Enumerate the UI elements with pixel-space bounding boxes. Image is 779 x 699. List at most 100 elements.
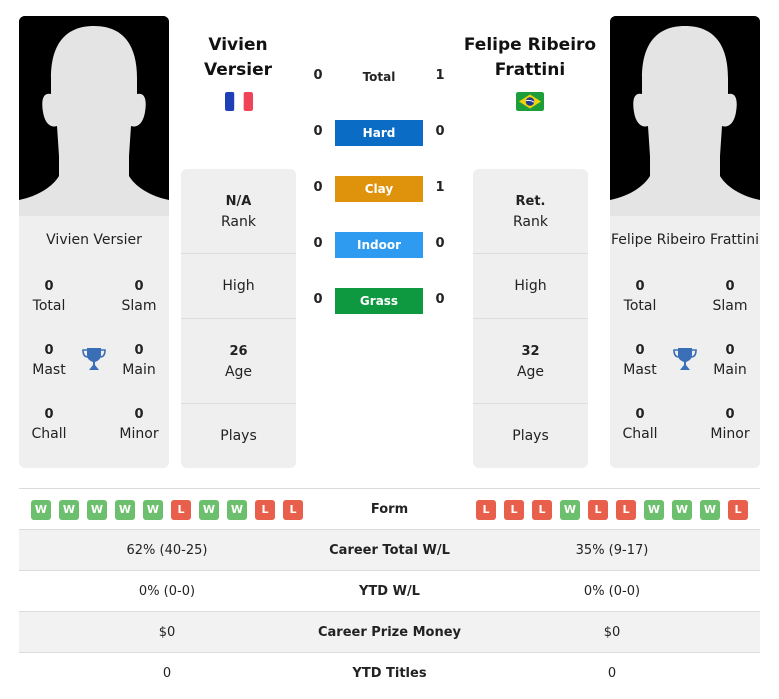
form-row: WWWWWLWWLL Form LLLWLLWWWL [19, 489, 760, 530]
stat-value: 0 [635, 407, 645, 422]
player1-stat-main: 0 Main [109, 342, 169, 380]
form-loss-badge[interactable]: L [728, 499, 748, 520]
stat-label: Minor [710, 426, 750, 442]
player1-stat-mast: 0 Mast [19, 342, 79, 380]
player2-stat-main: 0 Main [700, 342, 760, 380]
h2h-right-value: 1 [435, 180, 445, 195]
player1-name-line1: Vivien [208, 35, 268, 55]
stat-value: 0 [44, 343, 54, 358]
player1-plays-row: Plays [181, 404, 296, 468]
stat-label: Slam [712, 298, 748, 314]
player2-name-line2: Frattini [494, 60, 566, 80]
surface-badge-grass[interactable]: Grass [335, 288, 423, 314]
form-win-badge[interactable]: W [644, 499, 664, 520]
h2h-row-total: 0 Total 1 [300, 64, 460, 90]
player1-name[interactable]: Vivien Versier [168, 33, 308, 83]
stat-label: Total [623, 298, 657, 314]
stat-label: Main [713, 362, 747, 378]
ytd-titles-row: 0 YTD Titles 0 [19, 653, 760, 694]
form-win-badge[interactable]: W [227, 499, 247, 520]
form-loss-badge[interactable]: L [616, 499, 636, 520]
player1-stat-total: 0 Total [19, 278, 79, 316]
age-label: Age [224, 364, 253, 380]
form-loss-badge[interactable]: L [504, 499, 524, 520]
stat-value: 0 [725, 407, 735, 422]
surface-badge-clay[interactable]: Clay [335, 176, 423, 202]
player2-high-row: High [473, 254, 588, 319]
player2-name-line1: Felipe Ribeiro [463, 35, 597, 55]
player2-stat-slam: 0 Slam [700, 278, 760, 316]
player1-form: WWWWWLWWLL [19, 489, 315, 530]
player1-stat-minor: 0 Minor [109, 406, 169, 444]
player2-stat-total: 0 Total [610, 278, 670, 316]
stat-label: Main [122, 362, 156, 378]
player2-name[interactable]: Felipe Ribeiro Frattini [460, 33, 600, 83]
player1-prize: $0 [158, 625, 176, 640]
h2h-row-clay: 0 Clay 1 [300, 176, 460, 202]
form-loss-badge[interactable]: L [588, 499, 608, 520]
surface-badge-indoor[interactable]: Indoor [335, 232, 423, 258]
h2h-row-hard: 0 Hard 0 [300, 120, 460, 146]
form-win-badge[interactable]: W [31, 499, 51, 520]
player2-rank-row: Ret. Rank [473, 169, 588, 254]
player2-prize: $0 [603, 625, 621, 640]
brazil-flag-icon [516, 92, 544, 111]
player1-career-wl: 62% (40-25) [126, 543, 208, 558]
stat-value: 0 [635, 279, 645, 294]
h2h-right-value: 0 [435, 124, 445, 139]
player1-name-line2: Versier [204, 60, 272, 80]
form-win-badge[interactable]: W [115, 499, 135, 520]
stat-label: Chall [622, 426, 658, 442]
stat-value: 0 [134, 279, 144, 294]
comparison-table: WWWWWLWWLL Form LLLWLLWWWL 62% (40-25) C… [19, 488, 760, 694]
form-loss-badge[interactable]: L [283, 499, 303, 520]
age-value: 26 [229, 344, 248, 359]
player2-card: Felipe Ribeiro Frattini 0 Total 0 Slam 0… [610, 16, 760, 468]
form-loss-badge[interactable]: L [255, 499, 275, 520]
h2h-right-value: 0 [435, 292, 445, 307]
rank-value: Ret. [515, 194, 546, 209]
player2-photo[interactable] [610, 16, 760, 216]
stat-value: 0 [134, 343, 144, 358]
form-loss-badge[interactable]: L [171, 499, 191, 520]
player1-age-row: 26 Age [181, 319, 296, 404]
h2h-row-grass: 0 Grass 0 [300, 288, 460, 314]
form-win-badge[interactable]: W [560, 499, 580, 520]
stat-label: Chall [31, 426, 67, 442]
player1-ytd-wl: 0% (0-0) [138, 584, 196, 599]
player1-high-row: High [181, 254, 296, 319]
prize-label: Career Prize Money [317, 625, 461, 640]
form-win-badge[interactable]: W [672, 499, 692, 520]
player1-rank-row: N/A Rank [181, 169, 296, 254]
h2h-right-value: 1 [435, 68, 445, 83]
high-label: High [222, 278, 255, 294]
player2-stat-chall: 0 Chall [610, 406, 670, 444]
player2-form: LLLWLLWWWL [464, 489, 760, 530]
stat-value: 0 [635, 343, 645, 358]
form-loss-badge[interactable]: L [476, 499, 496, 520]
player2-ytd-wl: 0% (0-0) [583, 584, 641, 599]
rank-label: Rank [221, 214, 256, 230]
silhouette-icon [19, 16, 169, 216]
stat-value: 0 [134, 407, 144, 422]
player1-ytd-titles: 0 [162, 666, 172, 681]
stat-value: 0 [44, 279, 54, 294]
player2-career-wl: 35% (9-17) [575, 543, 649, 558]
stat-value: 0 [725, 343, 735, 358]
h2h-left-value: 0 [313, 180, 323, 195]
form-win-badge[interactable]: W [143, 499, 163, 520]
form-loss-badge[interactable]: L [532, 499, 552, 520]
player1-photo[interactable] [19, 16, 169, 216]
player2-age-row: 32 Age [473, 319, 588, 404]
player2-stat-mast: 0 Mast [610, 342, 670, 380]
surface-badge-hard[interactable]: Hard [335, 120, 423, 146]
high-label: High [514, 278, 547, 294]
form-win-badge[interactable]: W [199, 499, 219, 520]
france-flag-icon [225, 92, 253, 111]
player2-card-name: Felipe Ribeiro Frattini [610, 232, 760, 248]
form-win-badge[interactable]: W [59, 499, 79, 520]
form-win-badge[interactable]: W [87, 499, 107, 520]
player1-stat-slam: 0 Slam [109, 278, 169, 316]
career-wl-row: 62% (40-25) Career Total W/L 35% (9-17) [19, 530, 760, 571]
form-win-badge[interactable]: W [700, 499, 720, 520]
